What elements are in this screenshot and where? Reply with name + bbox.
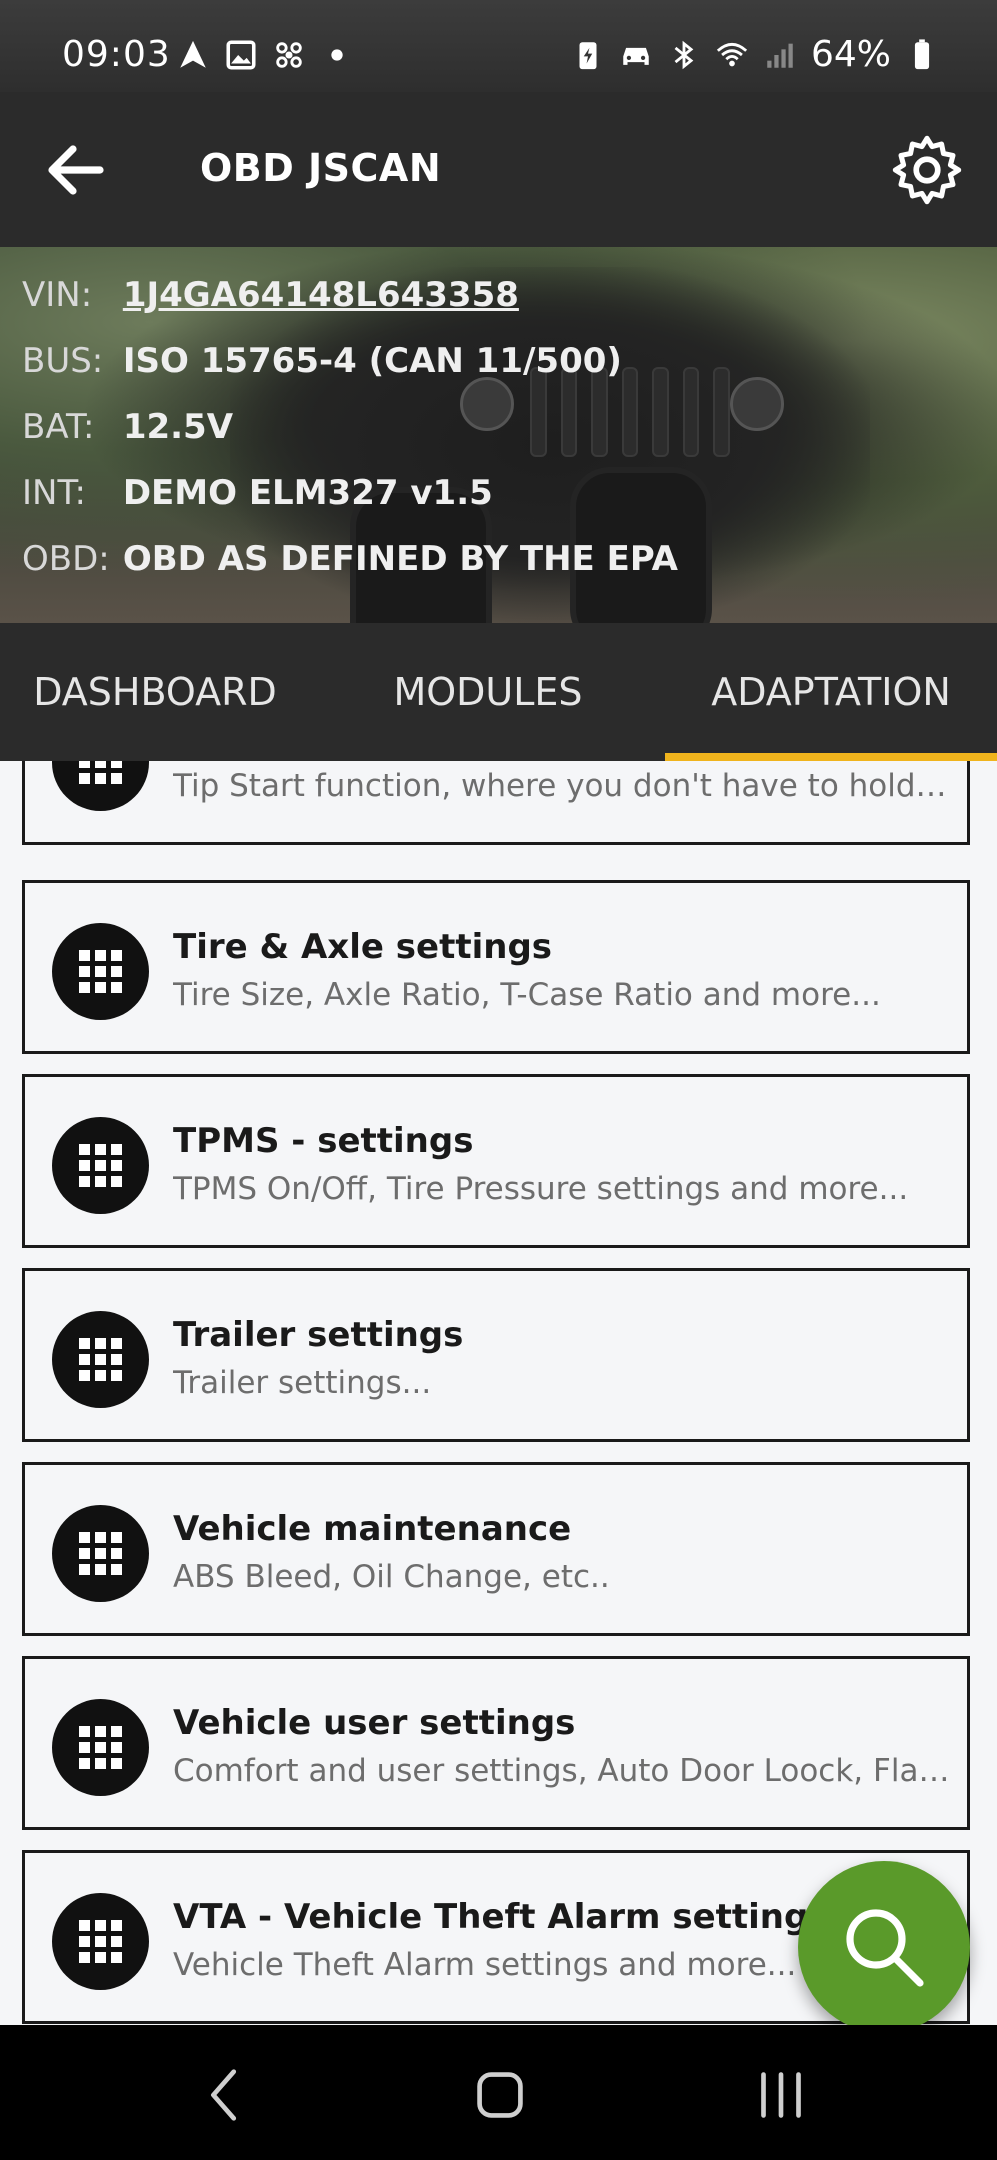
int-label: INT: xyxy=(22,473,86,513)
list-item-subtitle: ABS Bleed, Oil Change, etc.. xyxy=(173,1559,610,1595)
bat-label: BAT: xyxy=(22,407,95,447)
list-item-title: Tire & Axle settings xyxy=(173,927,553,967)
list-item-subtitle: Trailer settings... xyxy=(173,1365,432,1401)
nav-recents-icon[interactable] xyxy=(746,2060,816,2130)
grid-icon xyxy=(52,1117,149,1214)
bus-label: BUS: xyxy=(22,341,104,381)
tab-bar: DASHBOARD MODULES ADAPTATION xyxy=(0,623,997,761)
obd-label: OBD: xyxy=(22,539,110,579)
status-time: 09:03 xyxy=(62,34,171,75)
list-item-subtitle: TPMS On/Off, Tire Pressure settings and … xyxy=(173,1171,909,1207)
back-arrow-icon[interactable] xyxy=(40,134,112,206)
list-item-title: TPMS - settings xyxy=(173,1121,474,1161)
app-title: OBD JSCAN xyxy=(200,146,442,190)
grid-icon xyxy=(52,1893,149,1990)
list-item-tpms[interactable]: TPMS - settings TPMS On/Off, Tire Pressu… xyxy=(22,1074,970,1248)
signal-icon xyxy=(767,43,793,68)
image-icon xyxy=(226,40,256,70)
grid-icon xyxy=(52,1311,149,1408)
battery-saver-icon xyxy=(579,41,597,69)
list-item-subtitle: Tip Start function, where you don't have… xyxy=(173,768,953,804)
list-item-trailer[interactable]: Trailer settings Trailer settings... xyxy=(22,1268,970,1442)
vin-row: VIN: 1J4GA64148L643358 xyxy=(22,275,519,315)
vin-label: VIN: xyxy=(22,275,93,315)
grid-icon xyxy=(52,923,149,1020)
list-item-title: Vehicle maintenance xyxy=(173,1509,572,1549)
bluetooth-icon xyxy=(674,40,694,69)
navigation-arrow-icon xyxy=(180,40,206,68)
bus-value: ISO 15765-4 (CAN 11/500) xyxy=(122,341,622,381)
app-bar: OBD JSCAN xyxy=(0,92,997,247)
vin-value[interactable]: 1J4GA64148L643358 xyxy=(123,275,519,315)
obd-value: OBD AS DEFINED BY THE EPA xyxy=(122,539,678,579)
nav-home-icon[interactable] xyxy=(465,2060,535,2130)
list-item-tire-axle[interactable]: Tire & Axle settings Tire Size, Axle Rat… xyxy=(22,880,970,1054)
search-icon xyxy=(846,1909,924,1987)
tab-adaptation[interactable]: ADAPTATION xyxy=(665,623,997,761)
vehicle-headlight xyxy=(730,377,784,431)
list-item-title: Vehicle user settings xyxy=(173,1703,576,1743)
status-bar: 09:03 64% xyxy=(0,0,997,92)
vehicle-headlight xyxy=(460,377,514,431)
status-left-icons xyxy=(176,38,354,72)
adaptation-list: Tip Start function, where you don't have… xyxy=(0,761,997,2025)
tab-modules[interactable]: MODULES xyxy=(333,623,643,761)
gear-icon[interactable] xyxy=(889,132,965,208)
dot-icon xyxy=(331,49,343,61)
tab-dashboard[interactable]: DASHBOARD xyxy=(0,623,310,761)
battery-percent: 64% xyxy=(810,34,891,75)
battery-icon xyxy=(914,38,930,69)
car-icon xyxy=(623,47,649,65)
grid-icon xyxy=(52,761,149,811)
fan-icon xyxy=(276,42,302,68)
bat-row: BAT: 12.5V xyxy=(22,407,233,447)
list-item-title: Trailer settings xyxy=(173,1315,464,1355)
int-value: DEMO ELM327 v1.5 xyxy=(122,473,493,513)
system-nav-bar xyxy=(0,2025,997,2160)
bat-value: 12.5V xyxy=(122,407,234,447)
bus-row: BUS: ISO 15765-4 (CAN 11/500) xyxy=(22,341,622,381)
nav-back-icon[interactable] xyxy=(190,2060,260,2130)
vehicle-info-panel: VIN: 1J4GA64148L643358 BUS: ISO 15765-4 … xyxy=(0,247,997,623)
obd-row: OBD: OBD AS DEFINED BY THE EPA xyxy=(22,539,678,579)
list-item-tip-start[interactable]: Tip Start function, where you don't have… xyxy=(22,761,970,845)
grid-icon xyxy=(52,1699,149,1796)
status-right-icons: 64% xyxy=(571,34,939,75)
list-item-vehicle-maintenance[interactable]: Vehicle maintenance ABS Bleed, Oil Chang… xyxy=(22,1462,970,1636)
wifi-icon xyxy=(716,42,748,66)
list-item-subtitle: Tire Size, Axle Ratio, T-Case Ratio and … xyxy=(173,977,881,1013)
search-fab-button[interactable] xyxy=(798,1861,970,2033)
list-item-title: VTA - Vehicle Theft Alarm settings xyxy=(173,1897,829,1937)
list-item-subtitle: Comfort and user settings, Auto Door Loo… xyxy=(173,1753,953,1789)
int-row: INT: DEMO ELM327 v1.5 xyxy=(22,473,493,513)
grid-icon xyxy=(52,1505,149,1602)
list-item-vehicle-user-settings[interactable]: Vehicle user settings Comfort and user s… xyxy=(22,1656,970,1830)
